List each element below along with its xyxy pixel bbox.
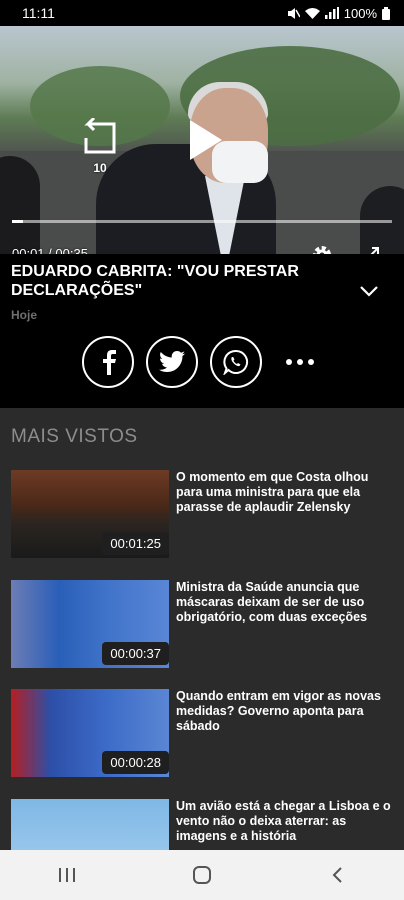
duration-badge: 00:01:25 — [102, 532, 169, 555]
battery-icon — [382, 6, 390, 20]
list-item[interactable]: 00:00:28 Quando entram em vigor as novas… — [11, 689, 397, 779]
video-title: EDUARDO CABRITA: "VOU PRESTAR DECLARAÇÕE… — [11, 263, 299, 299]
back-icon — [332, 867, 342, 883]
facebook-icon — [103, 350, 116, 375]
play-icon[interactable] — [188, 118, 224, 162]
video-date: Hoje — [11, 308, 38, 322]
back-button[interactable] — [317, 860, 357, 890]
signal-icon — [324, 7, 339, 19]
list-item-title[interactable]: Um avião está a chegar a Lisboa e o vent… — [176, 799, 398, 844]
mute-icon — [287, 7, 300, 19]
system-nav-bar — [0, 850, 404, 900]
more-icon[interactable] — [280, 352, 320, 372]
fullscreen-icon[interactable] — [360, 246, 380, 254]
more-dot — [286, 359, 292, 365]
list-item-title[interactable]: Ministra da Saúde anuncia que máscaras d… — [176, 580, 398, 625]
video-player[interactable]: 10 00:01 / 00:35 — [0, 26, 404, 254]
list-item-title[interactable]: Quando entram em vigor as novas medidas?… — [176, 689, 398, 734]
status-bar: 11:11 100% — [0, 0, 404, 26]
rewind-10-icon[interactable] — [78, 118, 122, 158]
video-thumbnail[interactable]: 00:00:28 — [11, 689, 169, 777]
progress-fill — [12, 220, 24, 223]
list-item[interactable]: 00:00:37 Ministra da Saúde anuncia que m… — [11, 580, 397, 670]
whatsapp-share-button[interactable] — [210, 336, 262, 388]
chevron-down-icon[interactable] — [358, 284, 380, 298]
battery-text: 100% — [343, 5, 377, 21]
time-display: 00:01 / 00:35 — [12, 246, 88, 254]
home-button[interactable] — [182, 860, 222, 890]
wifi-icon — [304, 8, 320, 19]
gear-icon[interactable] — [311, 244, 333, 254]
time-separator: / — [48, 246, 52, 254]
home-icon — [192, 866, 211, 884]
video-thumbnail[interactable]: 00:00:37 — [11, 580, 169, 668]
video-thumbnail[interactable]: 00:01:25 — [11, 470, 169, 558]
twitter-share-button[interactable] — [146, 336, 198, 388]
most-viewed-section: MAIS VISTOS 00:01:25 O momento em que Co… — [0, 408, 404, 850]
video-info: EDUARDO CABRITA: "VOU PRESTAR DECLARAÇÕE… — [0, 254, 404, 408]
list-item[interactable]: Um avião está a chegar a Lisboa e o vent… — [11, 799, 397, 850]
recent-apps-icon — [59, 868, 76, 882]
rewind-10-label: 10 — [93, 161, 107, 175]
duration-badge: 00:00:37 — [102, 642, 169, 665]
whatsapp-icon — [223, 349, 248, 375]
share-bar — [82, 336, 320, 388]
status-icons: 100% — [287, 6, 390, 21]
twitter-icon — [159, 351, 185, 372]
facebook-share-button[interactable] — [82, 336, 134, 388]
current-time: 00:01 — [12, 246, 45, 254]
status-time: 11:11 — [22, 5, 55, 21]
more-dot — [308, 359, 314, 365]
total-time: 00:35 — [55, 246, 88, 254]
video-thumbnail[interactable] — [11, 799, 169, 850]
section-title: MAIS VISTOS — [11, 426, 138, 447]
duration-badge: 00:00:28 — [102, 751, 169, 774]
video-frame-person — [0, 156, 40, 254]
more-dot — [297, 359, 303, 365]
list-item[interactable]: 00:01:25 O momento em que Costa olhou pa… — [11, 470, 397, 560]
list-item-title[interactable]: O momento em que Costa olhou para uma mi… — [176, 470, 398, 515]
recent-apps-button[interactable] — [47, 860, 87, 890]
progress-bar[interactable] — [12, 220, 392, 223]
